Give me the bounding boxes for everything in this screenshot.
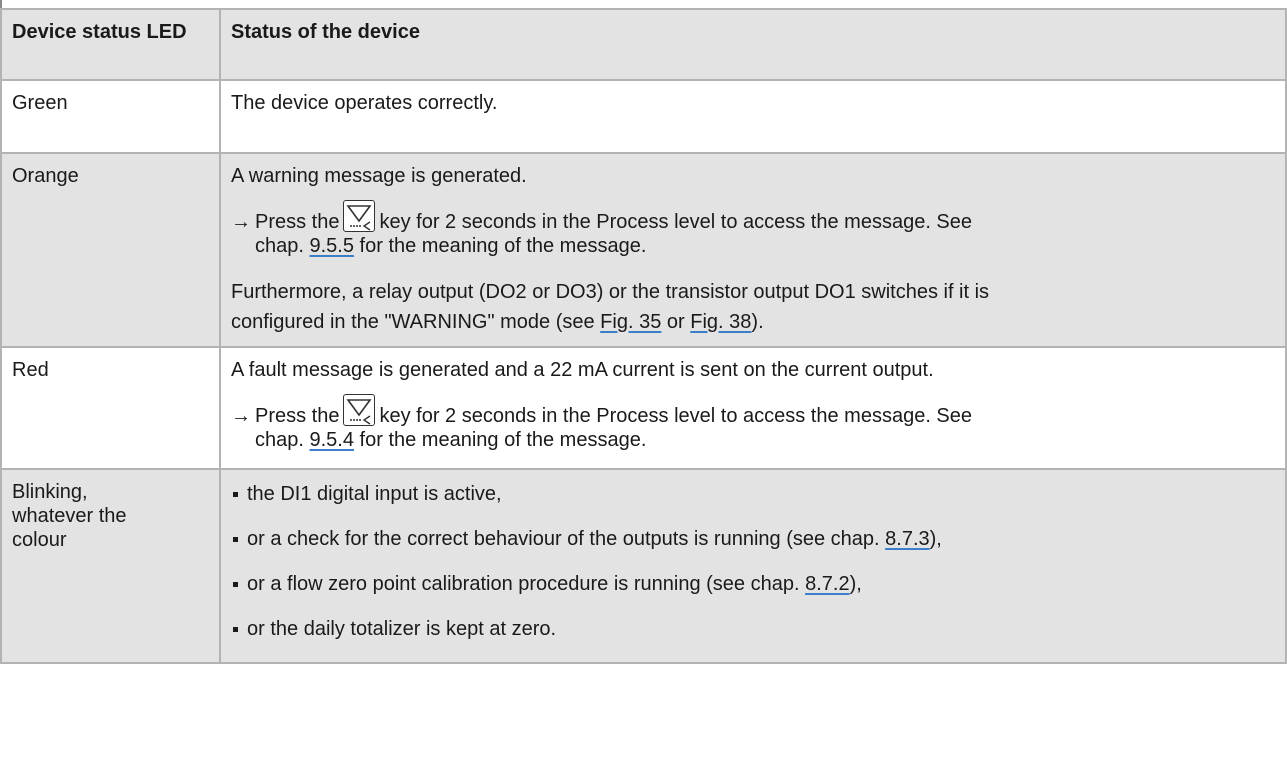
red-chapter-link[interactable]: 9.5.4 [310, 429, 354, 451]
header-col2-text: Status of the device [231, 21, 420, 43]
orange-step-end: for the meaning of the message. [359, 235, 647, 257]
red-step-prefix: Press the [255, 405, 340, 427]
blink-item-2-text: or a check for the correct behaviour of … [247, 528, 880, 550]
chapter-873-link[interactable]: 8.7.3 [885, 528, 929, 550]
orange-relay-prefix: configured in the "WARNING" mode (see [231, 311, 595, 333]
led-label-red: Red [12, 359, 49, 381]
table-row-orange: Orange A warning message is generated. →… [0, 152, 1287, 348]
orange-warning-text: A warning message is generated. [231, 165, 527, 187]
device-status-table: Device status LED Status of the device G… [0, 8, 1287, 664]
orange-step: → Press the key for 2 seconds in the Proce… [231, 200, 1285, 234]
orange-relay-line1: Furthermore, a relay output (DO2 or DO3)… [231, 281, 990, 303]
down-arrow-key-icon [343, 200, 376, 232]
step-arrow-icon: → [231, 405, 251, 427]
blink-label-line1: Blinking, [12, 481, 88, 503]
led-cell-red: Red [0, 346, 221, 470]
led-cell-blinking: Blinking, whatever the colour [0, 468, 221, 664]
status-cell-blinking: the DI1 digital input is active, or a ch… [219, 468, 1287, 664]
fig-38-link[interactable]: Fig. 38 [690, 311, 751, 333]
header-col1-text: Device status LED [12, 21, 187, 43]
red-fault-text: A fault message is generated and a 22 mA… [231, 359, 934, 381]
orange-chapter-link[interactable]: 9.5.5 [310, 235, 354, 257]
blink-item-2-end: ), [929, 528, 942, 550]
table-row-blinking: Blinking, whatever the colour the DI1 di… [0, 468, 1287, 664]
table-row-red: Red A fault message is generated and a 2… [0, 346, 1287, 470]
orange-relay-line2: configured in the "WARNING" mode (see Fi… [231, 310, 1285, 334]
red-step-line2: chap. 9.5.4 for the meaning of the messa… [231, 428, 1285, 452]
header-status-of-device: Status of the device [219, 8, 1287, 81]
status-cell-red: A fault message is generated and a 22 mA… [219, 346, 1287, 470]
red-step-suffix: key for 2 seconds in the Process level t… [379, 405, 973, 427]
step-arrow-icon: → [231, 211, 251, 233]
orange-step-prefix: Press the [255, 211, 340, 233]
led-cell-green: Green [0, 79, 221, 154]
header-device-status-led: Device status LED [0, 8, 221, 81]
table-header-row: Device status LED Status of the device [0, 8, 1287, 81]
orange-or-text: or [666, 311, 685, 333]
red-step: → Press the key for 2 seconds in the Proce… [231, 394, 1285, 428]
chapter-872-link[interactable]: 8.7.2 [805, 573, 849, 595]
blink-item-4: or the daily totalizer is kept at zero. [247, 618, 557, 640]
orange-relay-end: ). [751, 311, 764, 333]
red-step-end: for the meaning of the message. [359, 429, 647, 451]
blink-item-3-end: ), [849, 573, 862, 595]
list-item: or a check for the correct behaviour of … [231, 527, 1285, 551]
blink-item-3-text: or a flow zero point calibration procedu… [247, 573, 800, 595]
orange-chap-label: chap. [255, 235, 304, 257]
down-arrow-key-icon [343, 394, 376, 426]
list-item: the DI1 digital input is active, [231, 482, 1285, 506]
orange-step-line2: chap. 9.5.5 for the meaning of the messa… [231, 234, 1285, 258]
led-label-blinking: Blinking, whatever the colour [2, 470, 219, 552]
orange-step-suffix: key for 2 seconds in the Process level t… [379, 211, 973, 233]
status-text-green: The device operates correctly. [231, 92, 498, 114]
status-cell-orange: A warning message is generated. → Press t… [219, 152, 1287, 348]
blink-item-2: or a check for the correct behaviour of … [247, 527, 942, 551]
list-item: or a flow zero point calibration procedu… [231, 572, 1285, 596]
blink-item-1: the DI1 digital input is active, [247, 483, 502, 505]
list-item: or the daily totalizer is kept at zero. [231, 617, 1285, 641]
table-row-green: Green The device operates correctly. [0, 79, 1287, 154]
led-cell-orange: Orange [0, 152, 221, 348]
fig-35-link[interactable]: Fig. 35 [600, 311, 661, 333]
blink-label-line2: whatever the [12, 505, 127, 527]
led-label-green: Green [12, 92, 68, 114]
red-chap-label: chap. [255, 429, 304, 451]
blink-item-3: or a flow zero point calibration procedu… [247, 572, 862, 596]
led-label-orange: Orange [12, 165, 79, 187]
blink-label-line3: colour [12, 529, 67, 551]
status-cell-green: The device operates correctly. [219, 79, 1287, 154]
